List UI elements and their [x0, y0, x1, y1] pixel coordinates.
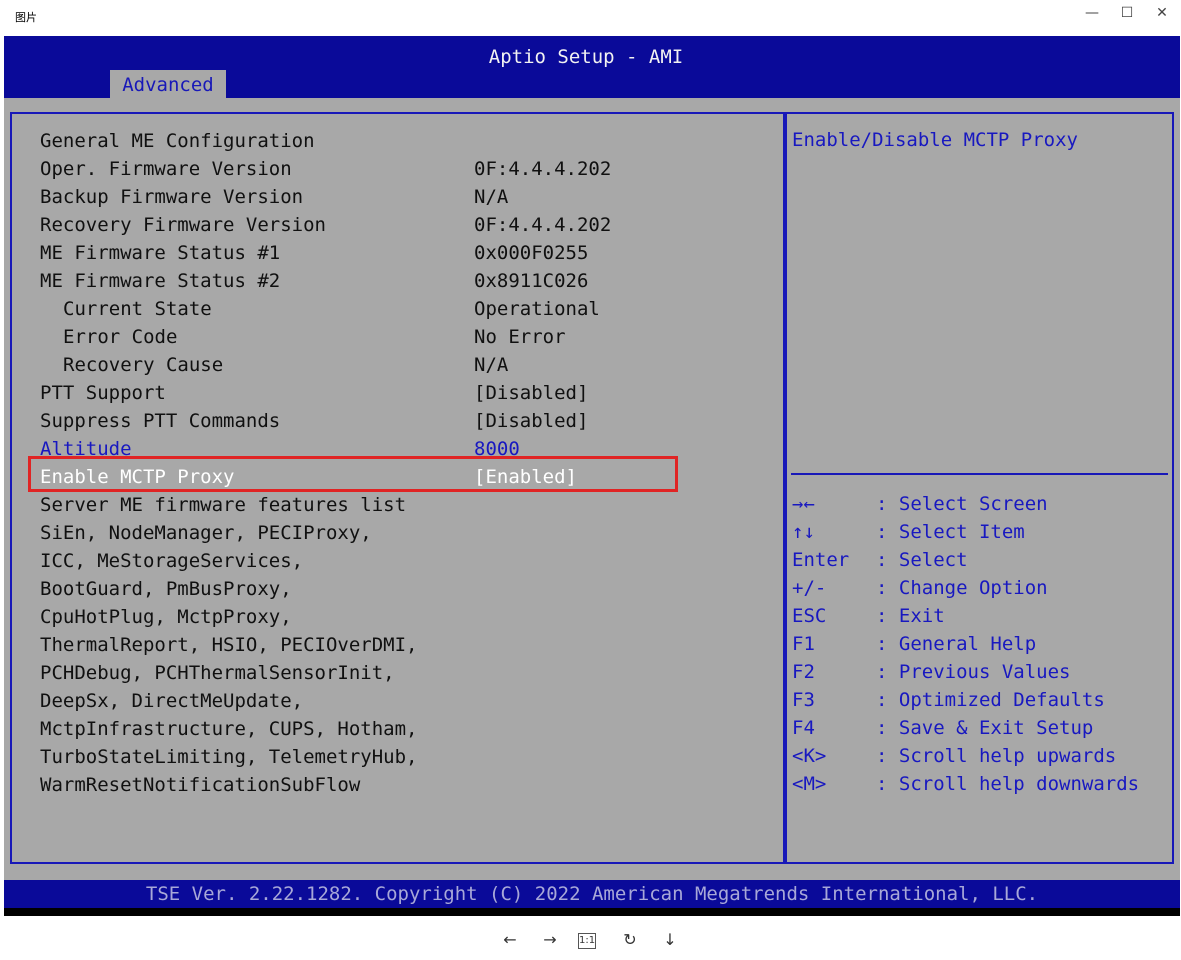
- bios-footer: TSE Ver. 2.22.1282. Copyright (C) 2022 A…: [4, 880, 1180, 908]
- desc-f3: : Optimized Defaults: [876, 689, 1105, 711]
- key-enter: Enter: [792, 549, 850, 571]
- selection-highlight-box: [28, 456, 678, 492]
- bios-title: Aptio Setup - AMI: [488, 46, 684, 68]
- value-oper-firmware-version: 0F:4.4.4.202: [474, 158, 612, 180]
- features-heading: Server ME firmware features list: [40, 494, 407, 516]
- value-ptt-support[interactable]: [Disabled]: [474, 379, 588, 407]
- value-recovery-firmware-version: 0F:4.4.4.202: [474, 214, 612, 236]
- desc-m: : Scroll help downwards: [876, 773, 1140, 795]
- bios-header: Aptio Setup - AMI Advanced: [4, 36, 1180, 98]
- value-me-firmware-status-1: 0x000F0255: [474, 242, 589, 264]
- value-me-firmware-status-2: 0x8911C026: [474, 270, 589, 292]
- next-arrow-icon[interactable]: →: [538, 930, 562, 950]
- key-f1: F1: [792, 633, 815, 655]
- value-current-state: Operational: [474, 298, 600, 320]
- minimize-icon[interactable]: —: [1077, 3, 1107, 23]
- label-me-firmware-status-2: ME Firmware Status #2: [40, 270, 281, 292]
- rotate-icon[interactable]: ↻: [618, 930, 642, 950]
- value-error-code: No Error: [474, 326, 566, 348]
- desc-f4: : Save & Exit Setup: [876, 717, 1094, 739]
- option-ptt-support[interactable]: PTT Support: [40, 379, 166, 407]
- features-line: SiEn, NodeManager, PECIProxy,: [40, 522, 372, 544]
- window-title: 图片: [15, 11, 37, 24]
- key-k: <K>: [792, 745, 827, 767]
- desc-select-screen: : Select Screen: [876, 493, 1048, 515]
- key-esc: ESC: [792, 605, 827, 627]
- help-separator: [791, 473, 1168, 475]
- features-line: BootGuard, PmBusProxy,: [40, 578, 292, 600]
- label-recovery-firmware-version: Recovery Firmware Version: [40, 214, 326, 236]
- features-line: DeepSx, DirectMeUpdate,: [40, 690, 304, 712]
- window-titlebar: 图片 — ☐ ✕: [0, 0, 1181, 34]
- label-me-firmware-status-1: ME Firmware Status #1: [40, 242, 281, 264]
- features-line: TurboStateLimiting, TelemetryHub,: [40, 746, 418, 768]
- label-error-code: Error Code: [63, 326, 178, 348]
- help-text: Enable/Disable MCTP Proxy: [792, 129, 1078, 151]
- value-suppress-ptt-commands[interactable]: [Disabled]: [474, 407, 588, 435]
- desc-enter: : Select: [876, 549, 968, 571]
- label-current-state: Current State: [63, 298, 212, 320]
- label-oper-firmware-version: Oper. Firmware Version: [40, 158, 292, 180]
- key-select-item: ↑↓: [792, 521, 815, 543]
- section-heading-general-me: General ME Configuration: [40, 130, 315, 152]
- label-backup-firmware-version: Backup Firmware Version: [40, 186, 304, 208]
- desc-k: : Scroll help upwards: [876, 745, 1117, 767]
- features-line: ThermalReport, HSIO, PECIOverDMI,: [40, 634, 418, 656]
- features-line: WarmResetNotificationSubFlow: [40, 774, 361, 796]
- value-recovery-cause: N/A: [474, 354, 509, 376]
- label-recovery-cause: Recovery Cause: [63, 354, 224, 376]
- key-change-option: +/-: [792, 577, 827, 599]
- bios-footer-edge: [4, 908, 1180, 916]
- option-suppress-ptt-commands[interactable]: Suppress PTT Commands: [40, 407, 280, 435]
- bios-screen: Aptio Setup - AMI Advanced General ME Co…: [4, 36, 1180, 916]
- value-backup-firmware-version: N/A: [474, 186, 509, 208]
- viewer-toolbar: ← → 1:1 ↻ ↓: [0, 916, 1181, 960]
- features-line: PCHDebug, PCHThermalSensorInit,: [40, 662, 395, 684]
- key-f2: F2: [792, 661, 815, 683]
- features-line: CpuHotPlug, MctpProxy,: [40, 606, 292, 628]
- key-select-screen: →←: [792, 493, 815, 515]
- maximize-icon[interactable]: ☐: [1112, 3, 1142, 23]
- close-icon[interactable]: ✕: [1147, 3, 1177, 23]
- key-m: <M>: [792, 773, 827, 795]
- tab-advanced[interactable]: Advanced: [110, 70, 226, 98]
- download-icon[interactable]: ↓: [658, 930, 682, 950]
- previous-arrow-icon[interactable]: ←: [498, 930, 522, 950]
- key-f4: F4: [792, 717, 815, 739]
- bios-main-area: General ME Configuration Oper. Firmware …: [4, 98, 1180, 880]
- actual-size-icon[interactable]: 1:1: [578, 933, 596, 949]
- desc-f1: : General Help: [876, 633, 1037, 655]
- features-line: MctpInfrastructure, CUPS, Hotham,: [40, 718, 418, 740]
- desc-esc: : Exit: [876, 605, 945, 627]
- desc-f2: : Previous Values: [876, 661, 1071, 683]
- desc-change-option: : Change Option: [876, 577, 1048, 599]
- desc-select-item: : Select Item: [876, 521, 1025, 543]
- key-f3: F3: [792, 689, 815, 711]
- features-line: ICC, MeStorageServices,: [40, 550, 304, 572]
